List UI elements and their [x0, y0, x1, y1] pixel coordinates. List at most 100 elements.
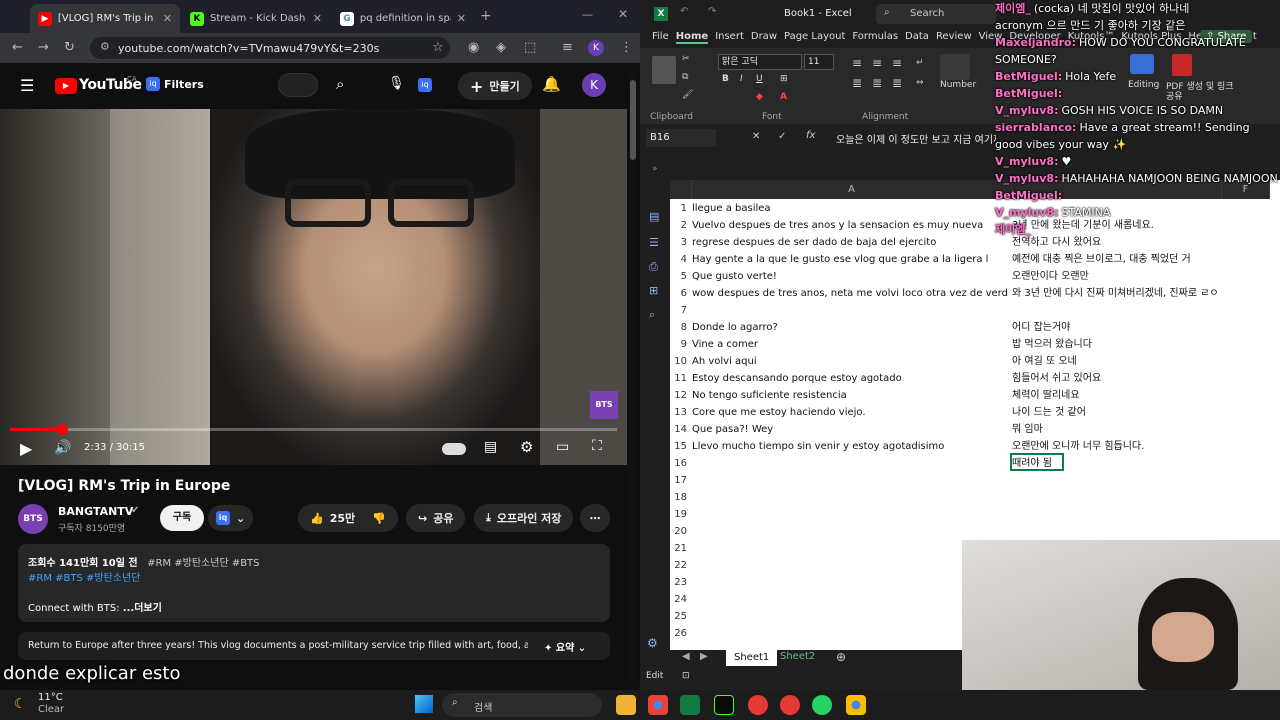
cell-a[interactable] [692, 472, 1012, 489]
cell-a[interactable]: Ah volvi aqui [692, 353, 1012, 370]
row-header[interactable]: 22 [670, 557, 690, 574]
row-header[interactable]: 13 [670, 404, 690, 421]
row-header[interactable]: 26 [670, 625, 690, 642]
chat-username[interactable]: 제이엠_ [995, 2, 1031, 15]
url-input[interactable]: ⚙ youtube.com/watch?v=TVmawu479vY&t=230s [90, 37, 450, 59]
chat-username[interactable]: V_myluv8: [995, 172, 1058, 185]
share-button[interactable]: ↪ 공유 [406, 504, 466, 532]
ribbon-tab-draw[interactable]: Draw [751, 31, 777, 44]
settings-gear-icon[interactable]: ⚙ [520, 438, 533, 456]
accessibility-icon[interactable]: ⊡ [682, 671, 690, 681]
ribbon-tab-insert[interactable]: Insert [715, 31, 744, 44]
kutools-nav-icon[interactable]: ▤ [649, 210, 659, 223]
font-name-select[interactable]: 맑은 고딕 [718, 54, 802, 70]
cell-a[interactable]: Estoy descansando porque estoy agotado [692, 370, 1012, 387]
summary-toggle[interactable]: ✦ 요약 ⌄ [544, 639, 586, 654]
cell-a[interactable]: No tengo suficiente resistencia [692, 387, 1012, 404]
row-header[interactable]: 5 [670, 268, 690, 285]
format-painter-icon[interactable]: 🖌 [682, 90, 693, 100]
kick-icon[interactable] [714, 695, 734, 715]
whatsapp-icon[interactable] [812, 695, 832, 715]
align-middle-icon[interactable]: ≡ [872, 56, 882, 70]
sheet-tab-sheet1[interactable]: Sheet1 [726, 650, 778, 666]
cell-b[interactable] [1012, 506, 1272, 523]
align-right-icon[interactable]: ≣ [892, 76, 902, 90]
ai-summary-bar[interactable]: Return to Europe after three years! This… [18, 632, 610, 660]
iq-extension-icon[interactable]: iq [418, 78, 432, 92]
wrap-text-icon[interactable]: ↵ [916, 58, 924, 68]
back-icon[interactable]: ← [12, 40, 23, 55]
bookmark-star-icon[interactable]: ☆ [432, 40, 444, 55]
cell-b[interactable]: 와 3년 만에 다시 진짜 미쳐버리겠네, 진짜로 ㄹㅇ [1012, 285, 1272, 302]
page-scrollbar-thumb[interactable] [630, 80, 636, 160]
iq-button[interactable]: iq ⌄ [208, 505, 254, 531]
chat-username[interactable]: sierrablanco: [995, 121, 1076, 134]
row-header[interactable]: 24 [670, 591, 690, 608]
download-button[interactable]: ⤓ 오프라인 저장 [474, 504, 574, 532]
subscribe-button[interactable]: 구독 [160, 505, 204, 531]
row-header[interactable]: 1 [670, 200, 690, 217]
merge-center-icon[interactable]: ⇔ [916, 78, 924, 88]
cell-b[interactable]: 밥 먹으러 왔습니다 [1012, 336, 1272, 353]
cell-a[interactable]: Que pasa?! Wey [692, 421, 1012, 438]
close-tab-icon[interactable]: ✕ [163, 12, 172, 25]
description-box[interactable]: 조회수 141만회 10일 전 #RM #방탄소년단 #BTS #RM #BTS… [18, 544, 610, 622]
row-header[interactable]: 3 [670, 234, 690, 251]
search-box[interactable]: ⌕ Search [876, 4, 996, 24]
reload-icon[interactable]: ↻ [64, 40, 75, 55]
hamburger-menu-icon[interactable]: ☰ [20, 76, 34, 95]
ribbon-tab-page-layout[interactable]: Page Layout [784, 31, 845, 44]
chrome-profile-icon[interactable] [846, 695, 866, 715]
font-color-icon[interactable]: A [780, 92, 787, 102]
ribbon-tab-file[interactable]: File [652, 31, 669, 44]
cell-b[interactable]: 뭐 임마 [1012, 421, 1272, 438]
add-sheet-icon[interactable]: ⊕ [836, 650, 846, 664]
cancel-entry-icon[interactable]: ✕ [752, 131, 760, 142]
close-window-icon[interactable]: ✕ [618, 7, 628, 21]
row-header[interactable]: 21 [670, 540, 690, 557]
kutools-settings-icon[interactable]: ⚙ [647, 636, 658, 650]
cell-a[interactable]: Vine a comer [692, 336, 1012, 353]
undo-icon[interactable]: ↶ [680, 6, 688, 17]
row-header[interactable]: 11 [670, 370, 690, 387]
cell-a[interactable]: Hay gente a la que le gusto ese vlog que… [692, 251, 1012, 268]
cell-a[interactable]: Vuelvo despues de tres anos y la sensaci… [692, 217, 1012, 234]
cell-b[interactable]: 체력이 딸리네요 [1012, 387, 1272, 404]
cell-b[interactable]: 오랜만이다 오랜만 [1012, 268, 1272, 285]
cell-a[interactable] [692, 455, 1012, 472]
tab-kick[interactable]: K Stream - Kick Dashboa ✕ [182, 4, 330, 33]
copy-icon[interactable]: ⧉ [682, 72, 688, 82]
youtube-logo-icon[interactable]: ▶ [55, 78, 77, 94]
close-tab-icon[interactable]: ✕ [457, 12, 466, 25]
kutools-list-icon[interactable]: ☰ [649, 236, 659, 249]
thumbs-down-icon[interactable]: 👎 [372, 512, 386, 525]
cell-a[interactable] [692, 506, 1012, 523]
app-icon[interactable] [780, 695, 800, 715]
row-header[interactable]: 19 [670, 506, 690, 523]
progress-scrubber[interactable] [56, 424, 68, 435]
video-player[interactable]: BTS ▶ 🔊 2:33 / 30:15 ▤ ⚙ ▭ ⛶ [0, 109, 627, 465]
search-icon[interactable]: ⌕ [336, 75, 344, 93]
cell-b[interactable]: 어디 잡는거야 [1012, 319, 1272, 336]
file-explorer-icon[interactable] [616, 695, 636, 715]
row-header[interactable]: 16 [670, 455, 690, 472]
excel-taskbar-icon[interactable] [680, 695, 700, 715]
cut-icon[interactable]: ✂ [682, 54, 690, 64]
progress-track[interactable] [10, 424, 617, 435]
cell-a[interactable]: regrese despues de ser dado de baja del … [692, 234, 1012, 251]
row-header[interactable]: 15 [670, 438, 690, 455]
row-header[interactable]: 12 [670, 387, 690, 404]
close-tab-icon[interactable]: ✕ [313, 12, 322, 25]
chat-username[interactable]: 제이엠_ [995, 223, 1031, 236]
cell-a[interactable] [692, 489, 1012, 506]
weather-moon-icon[interactable]: ☾ [14, 696, 27, 712]
ribbon-tab-data[interactable]: Data [905, 31, 929, 44]
puzzle-extensions-icon[interactable]: ⬚ [524, 40, 536, 55]
hashtags-line[interactable]: #RM #BTS #방탄소년단 [28, 569, 140, 584]
row-header[interactable]: 23 [670, 574, 690, 591]
italic-icon[interactable]: I [740, 74, 743, 84]
row-header[interactable]: 25 [670, 608, 690, 625]
row-header[interactable]: 8 [670, 319, 690, 336]
row-header[interactable]: 4 [670, 251, 690, 268]
cell-b[interactable]: 힘들어서 쉬고 있어요 [1012, 370, 1272, 387]
